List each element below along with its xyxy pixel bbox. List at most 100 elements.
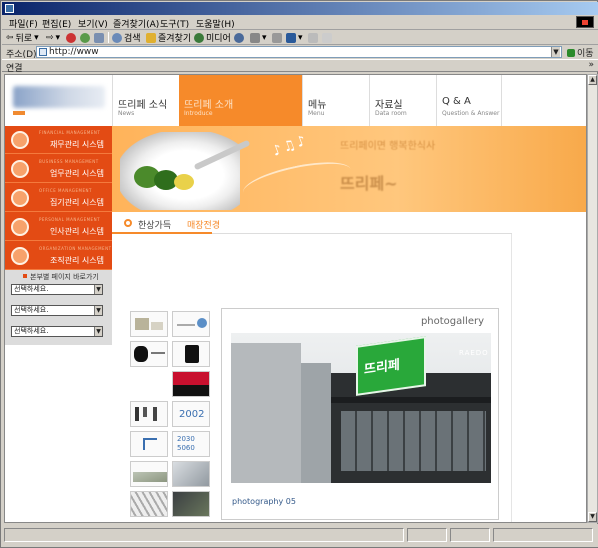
music-wave-decoration <box>240 154 354 208</box>
division-select-3[interactable]: 선택하세요. ▼ <box>11 326 103 337</box>
mail-icon <box>250 32 260 43</box>
menu-bar: 파일(F) 편집(E) 보기(V) 즐겨찾기(A) 도구(T) 도움말(H) <box>2 15 598 30</box>
word-icon <box>286 32 296 43</box>
sidebar-item-sub: PERSONAL MANAGEMENT <box>39 217 101 222</box>
browser-window: 파일(F) 편집(E) 보기(V) 즐겨찾기(A) 도구(T) 도움말(H) ⇦… <box>0 0 598 548</box>
history-button[interactable] <box>234 31 244 44</box>
chevron-down-icon[interactable]: ▼ <box>94 285 102 294</box>
edit-button[interactable]: ▾ <box>286 31 303 44</box>
menu-help[interactable]: 도움말(H) <box>196 17 235 30</box>
media-button[interactable]: 미디어 <box>194 31 231 44</box>
status-panel <box>407 528 447 542</box>
sidebar-item-sub: OFFICE MANAGEMENT <box>39 188 92 193</box>
gallery-thumb-7[interactable]: 2002 <box>172 401 210 427</box>
top-nav: 뜨리페 소식 News 뜨리페 소개 Introduce 메뉴 Menu 자료실… <box>112 75 586 126</box>
vertical-scrollbar[interactable]: ▲ ▼ <box>587 74 598 523</box>
gallery-thumb-6[interactable] <box>130 401 168 427</box>
breadcrumb-parent[interactable]: 한상가득 <box>138 218 171 231</box>
gallery-thumb-11[interactable] <box>172 461 210 487</box>
sidebar-item-personnel[interactable]: PERSONAL MANAGEMENT 인사관리 시스템 <box>5 213 112 241</box>
home-button[interactable] <box>94 31 104 44</box>
store-sign-text: 뜨리페 <box>364 357 400 378</box>
status-panel-main <box>4 528 404 542</box>
building-image <box>231 343 301 483</box>
windows-logo-icon <box>576 16 594 28</box>
store-photo[interactable]: 뜨리페 RAEDO <box>231 333 491 483</box>
tab-menu[interactable]: 메뉴 Menu <box>302 75 368 126</box>
sidebar-item-label: 업무관리 시스템 <box>49 169 104 178</box>
print-button[interactable] <box>272 31 282 44</box>
favorites-button[interactable]: 즐겨찾기 <box>146 31 191 44</box>
circle-bullet-icon <box>124 219 132 227</box>
gallery-thumb-3[interactable] <box>130 341 168 367</box>
menu-edit[interactable]: 편집(E) <box>42 17 71 30</box>
main-content: 2002 2030 5060 photogallery 뜨리페 RAEDO ph… <box>112 234 586 522</box>
menu-view[interactable]: 보기(V) <box>78 17 108 30</box>
gallery-thumb-12[interactable] <box>130 491 168 517</box>
mail-button[interactable]: ▾ <box>250 31 267 44</box>
media-icon <box>194 32 204 43</box>
forward-button[interactable]: ⇨ ▾ <box>46 31 60 44</box>
gallery-thumb-1[interactable] <box>130 311 168 337</box>
links-chevron-icon[interactable]: » <box>588 60 594 70</box>
scroll-down-icon[interactable]: ▼ <box>588 512 597 522</box>
banner-tagline: 뜨리페이면 행복한식사 <box>340 141 436 152</box>
gallery-thumb-4[interactable] <box>172 341 210 367</box>
stop-button[interactable] <box>66 31 76 44</box>
messenger-icon <box>322 32 332 43</box>
photo-caption: photography 05 <box>232 497 296 506</box>
division-select-1[interactable]: 선택하세요. ▼ <box>11 284 103 295</box>
chevron-down-icon: ▾ <box>55 32 61 43</box>
sidebar-item-office[interactable]: OFFICE MANAGEMENT 집기관리 시스템 <box>5 184 112 212</box>
address-input[interactable]: http://www ▼ <box>36 46 562 58</box>
photo-gallery: photogallery 뜨리페 RAEDO photography 05 <box>221 308 499 520</box>
select-value: 선택하세요. <box>14 285 49 293</box>
favorites-label: 즐겨찾기 <box>158 34 192 44</box>
finance-icon <box>11 131 29 149</box>
office-icon <box>11 189 29 207</box>
gallery-thumb-9[interactable]: 2030 5060 <box>172 431 210 457</box>
sidebar-item-finance[interactable]: FINANCIAL MANAGEMENT 재무관리 시스템 <box>5 126 112 154</box>
gallery-thumb-2[interactable] <box>172 311 210 337</box>
business-icon <box>11 160 29 178</box>
chevron-down-icon[interactable]: ▼ <box>94 306 102 315</box>
personnel-icon <box>11 218 29 236</box>
links-label[interactable]: 연결 <box>6 61 23 74</box>
tab-sublabel: Introduce <box>184 110 213 117</box>
tab-qna[interactable]: Q & A Question & Answer <box>436 75 502 126</box>
tab-introduce[interactable]: 뜨리페 소개 Introduce <box>179 75 302 126</box>
go-label: 이동 <box>577 49 594 59</box>
media-label: 미디어 <box>206 34 231 44</box>
discuss-button[interactable] <box>308 31 318 44</box>
gallery-thumb-8[interactable] <box>130 431 168 457</box>
scroll-up-icon[interactable]: ▲ <box>588 75 597 85</box>
menu-file[interactable]: 파일(F) <box>9 17 38 30</box>
search-button[interactable]: 검색 <box>112 31 141 44</box>
menu-tools[interactable]: 도구(T) <box>160 17 189 30</box>
menu-favorites[interactable]: 즐겨찾기(A) <box>113 17 159 30</box>
address-dropdown-icon[interactable]: ▼ <box>551 47 560 57</box>
print-icon <box>272 32 282 43</box>
gallery-thumb-5[interactable] <box>172 371 210 397</box>
chevron-down-icon[interactable]: ▼ <box>94 327 102 336</box>
messenger-button[interactable] <box>322 31 332 44</box>
go-button[interactable]: 이동 <box>567 46 594 59</box>
division-select-2[interactable]: 선택하세요. ▼ <box>11 305 103 316</box>
sidebar-item-business[interactable]: BUSINESS MANAGEMENT 업무관리 시스템 <box>5 155 112 183</box>
page-icon <box>39 48 47 56</box>
tab-data-room[interactable]: 자료실 Data room <box>369 75 435 126</box>
status-panel-zone <box>493 528 593 542</box>
quick-nav-title: 본부별 페이지 바로가기 <box>30 273 99 281</box>
tab-news[interactable]: 뜨리페 소식 News <box>112 75 178 126</box>
refresh-button[interactable] <box>80 31 90 44</box>
sidebar-item-organization[interactable]: ORGANIZATION MANAGEMENT 조직관리 시스템 <box>5 242 112 270</box>
gallery-thumb-10[interactable] <box>130 461 168 487</box>
storefront-windows <box>341 411 486 471</box>
gallery-thumb-13[interactable] <box>172 491 210 517</box>
site-logo[interactable] <box>5 75 112 126</box>
back-button[interactable]: ⇦ 뒤로 ▾ <box>6 31 39 45</box>
logo-tag <box>13 111 25 115</box>
quick-nav: 본부별 페이지 바로가기 선택하세요. ▼ 선택하세요. ▼ 선택하세요. ▼ <box>5 270 112 345</box>
tab-label: 뜨리페 소개 <box>184 100 234 111</box>
banner-tagline-big: 뜨리페~ <box>340 174 398 193</box>
